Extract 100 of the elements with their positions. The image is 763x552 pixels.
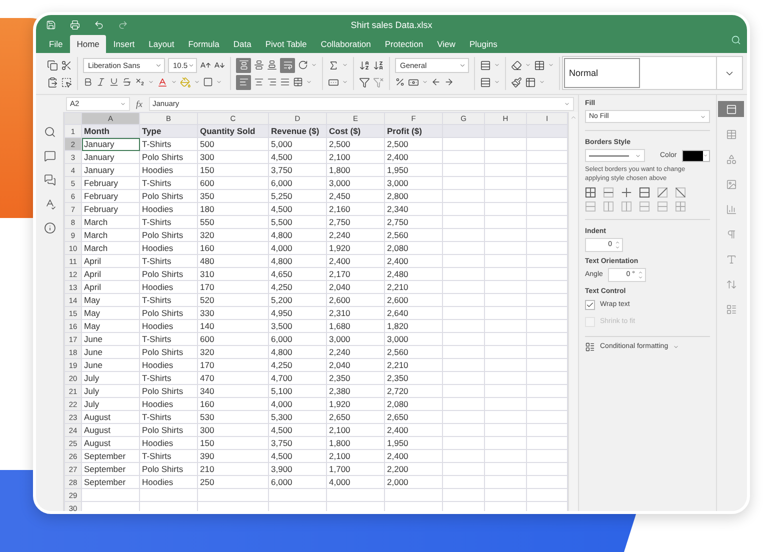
redo-icon[interactable] [118, 20, 128, 30]
cell-style-option[interactable]: Normal [564, 58, 640, 88]
table-cell: 300 [198, 424, 268, 436]
table-icon[interactable] [534, 60, 545, 70]
menu-tab[interactable]: View [430, 35, 462, 53]
currency-icon[interactable] [408, 76, 419, 88]
select-icon[interactable] [61, 76, 72, 88]
justify-icon[interactable] [280, 77, 290, 87]
table-cell: 5,100 [268, 384, 326, 398]
sort-ascending-icon[interactable] [359, 60, 370, 70]
align-right-icon[interactable] [267, 77, 277, 87]
sort-descending-icon[interactable] [373, 60, 384, 70]
insert-rows-icon[interactable] [480, 60, 491, 70]
table-cell: 330 [198, 306, 268, 320]
sigma-icon[interactable] [328, 60, 339, 70]
table-cell: 170 [198, 358, 268, 372]
named-range-icon[interactable] [328, 76, 339, 88]
shapes-icon[interactable] [726, 154, 736, 164]
percent-icon[interactable] [395, 77, 405, 87]
align-bottom-icon[interactable] [267, 60, 277, 70]
save-icon[interactable] [46, 20, 56, 30]
color-swatch[interactable] [682, 150, 710, 162]
border-style-icon[interactable] [585, 186, 596, 198]
table-cell: 4,500 [268, 202, 326, 216]
font-decrease-icon[interactable] [214, 60, 225, 70]
menu-tab[interactable]: Plugins [462, 35, 504, 53]
side-tab[interactable] [718, 101, 744, 117]
borders-icon[interactable] [203, 77, 213, 87]
bold-icon[interactable] [83, 77, 93, 87]
checkbox[interactable] [585, 300, 595, 310]
chat-icon[interactable] [44, 174, 56, 186]
list-icon[interactable] [726, 304, 736, 314]
pilcrow-icon[interactable] [726, 228, 736, 240]
border-style-icon[interactable] [675, 186, 686, 198]
table-cell: June [82, 346, 140, 358]
window-title: Shirt sales Data.xlsx [350, 20, 432, 30]
border-style-icon[interactable] [621, 186, 632, 198]
menu-tab[interactable]: Insert [106, 35, 142, 53]
table-cell: February [82, 190, 140, 202]
paintbrush-icon[interactable] [511, 76, 522, 88]
image-icon[interactable] [726, 178, 736, 190]
table-cell: 3,000 [384, 176, 442, 190]
border-style-icon[interactable] [639, 186, 650, 198]
menu-tab[interactable]: Data [226, 35, 258, 53]
copy-icon[interactable] [47, 60, 58, 70]
conditional-format-icon[interactable] [585, 342, 595, 352]
delete-rows-icon[interactable] [480, 76, 491, 88]
paste-icon[interactable] [47, 76, 58, 88]
spin-up-icon[interactable] [638, 270, 643, 275]
align-middle-icon[interactable] [254, 60, 264, 70]
border-style-icon[interactable] [603, 186, 614, 198]
arrow-right-icon[interactable] [444, 77, 454, 87]
eraser-icon[interactable] [511, 60, 522, 70]
table-cell: T-Shirts [140, 450, 198, 462]
undo-icon[interactable] [94, 20, 104, 30]
spin-up-icon[interactable] [615, 240, 620, 245]
search-icon[interactable] [731, 35, 741, 45]
info-icon[interactable] [44, 222, 56, 234]
table-cell: 2,100 [326, 424, 384, 436]
scissors-icon[interactable] [61, 60, 72, 70]
menu-tab[interactable]: Pivot Table [258, 35, 314, 53]
search-icon[interactable] [44, 126, 56, 138]
font-increase-icon[interactable] [200, 60, 211, 70]
print-icon[interactable] [70, 20, 80, 30]
menu-tab[interactable]: Protection [378, 35, 430, 53]
strikethrough-icon[interactable] [122, 77, 132, 87]
text-icon[interactable] [726, 254, 736, 264]
align-center-icon[interactable] [254, 77, 264, 87]
arrow-left-icon[interactable] [431, 77, 441, 87]
scrollbar[interactable] [568, 112, 578, 511]
caret-icon[interactable] [702, 153, 708, 158]
font-color-icon[interactable] [157, 76, 168, 88]
table-cell: 5,300 [268, 410, 326, 424]
arrows-icon[interactable] [726, 278, 736, 290]
comment-icon[interactable] [44, 150, 56, 162]
line-style-select[interactable] [585, 149, 645, 162]
subscript-icon[interactable] [135, 77, 145, 87]
menu-tab[interactable]: File [42, 35, 70, 53]
menu-tab[interactable]: Layout [142, 35, 182, 53]
panel-icon[interactable] [726, 104, 736, 114]
spin-down-icon[interactable] [638, 274, 643, 280]
table-cell: Hoodies [140, 436, 198, 450]
table-cell: 320 [198, 228, 268, 242]
rotate-icon[interactable] [298, 60, 308, 70]
spell-check-icon[interactable] [44, 198, 56, 210]
spin-down-icon[interactable] [615, 244, 620, 250]
table-cell: Polo Shirts [140, 424, 198, 436]
menu-tab[interactable]: Home [70, 35, 106, 53]
table-icon[interactable] [525, 76, 536, 88]
bar-chart-icon[interactable] [726, 204, 736, 214]
italic-icon[interactable] [96, 77, 106, 87]
filter-icon[interactable] [359, 76, 370, 88]
merge-cells-icon[interactable] [293, 77, 303, 87]
fill-color-icon[interactable] [180, 76, 191, 88]
function-label[interactable]: fx [133, 98, 146, 108]
table-cell: 3,000 [384, 332, 442, 346]
menu-tab[interactable]: Collaboration [314, 35, 378, 53]
menu-tab[interactable]: Formula [181, 35, 226, 53]
border-style-icon[interactable] [657, 186, 668, 198]
underline-icon[interactable] [109, 77, 119, 87]
